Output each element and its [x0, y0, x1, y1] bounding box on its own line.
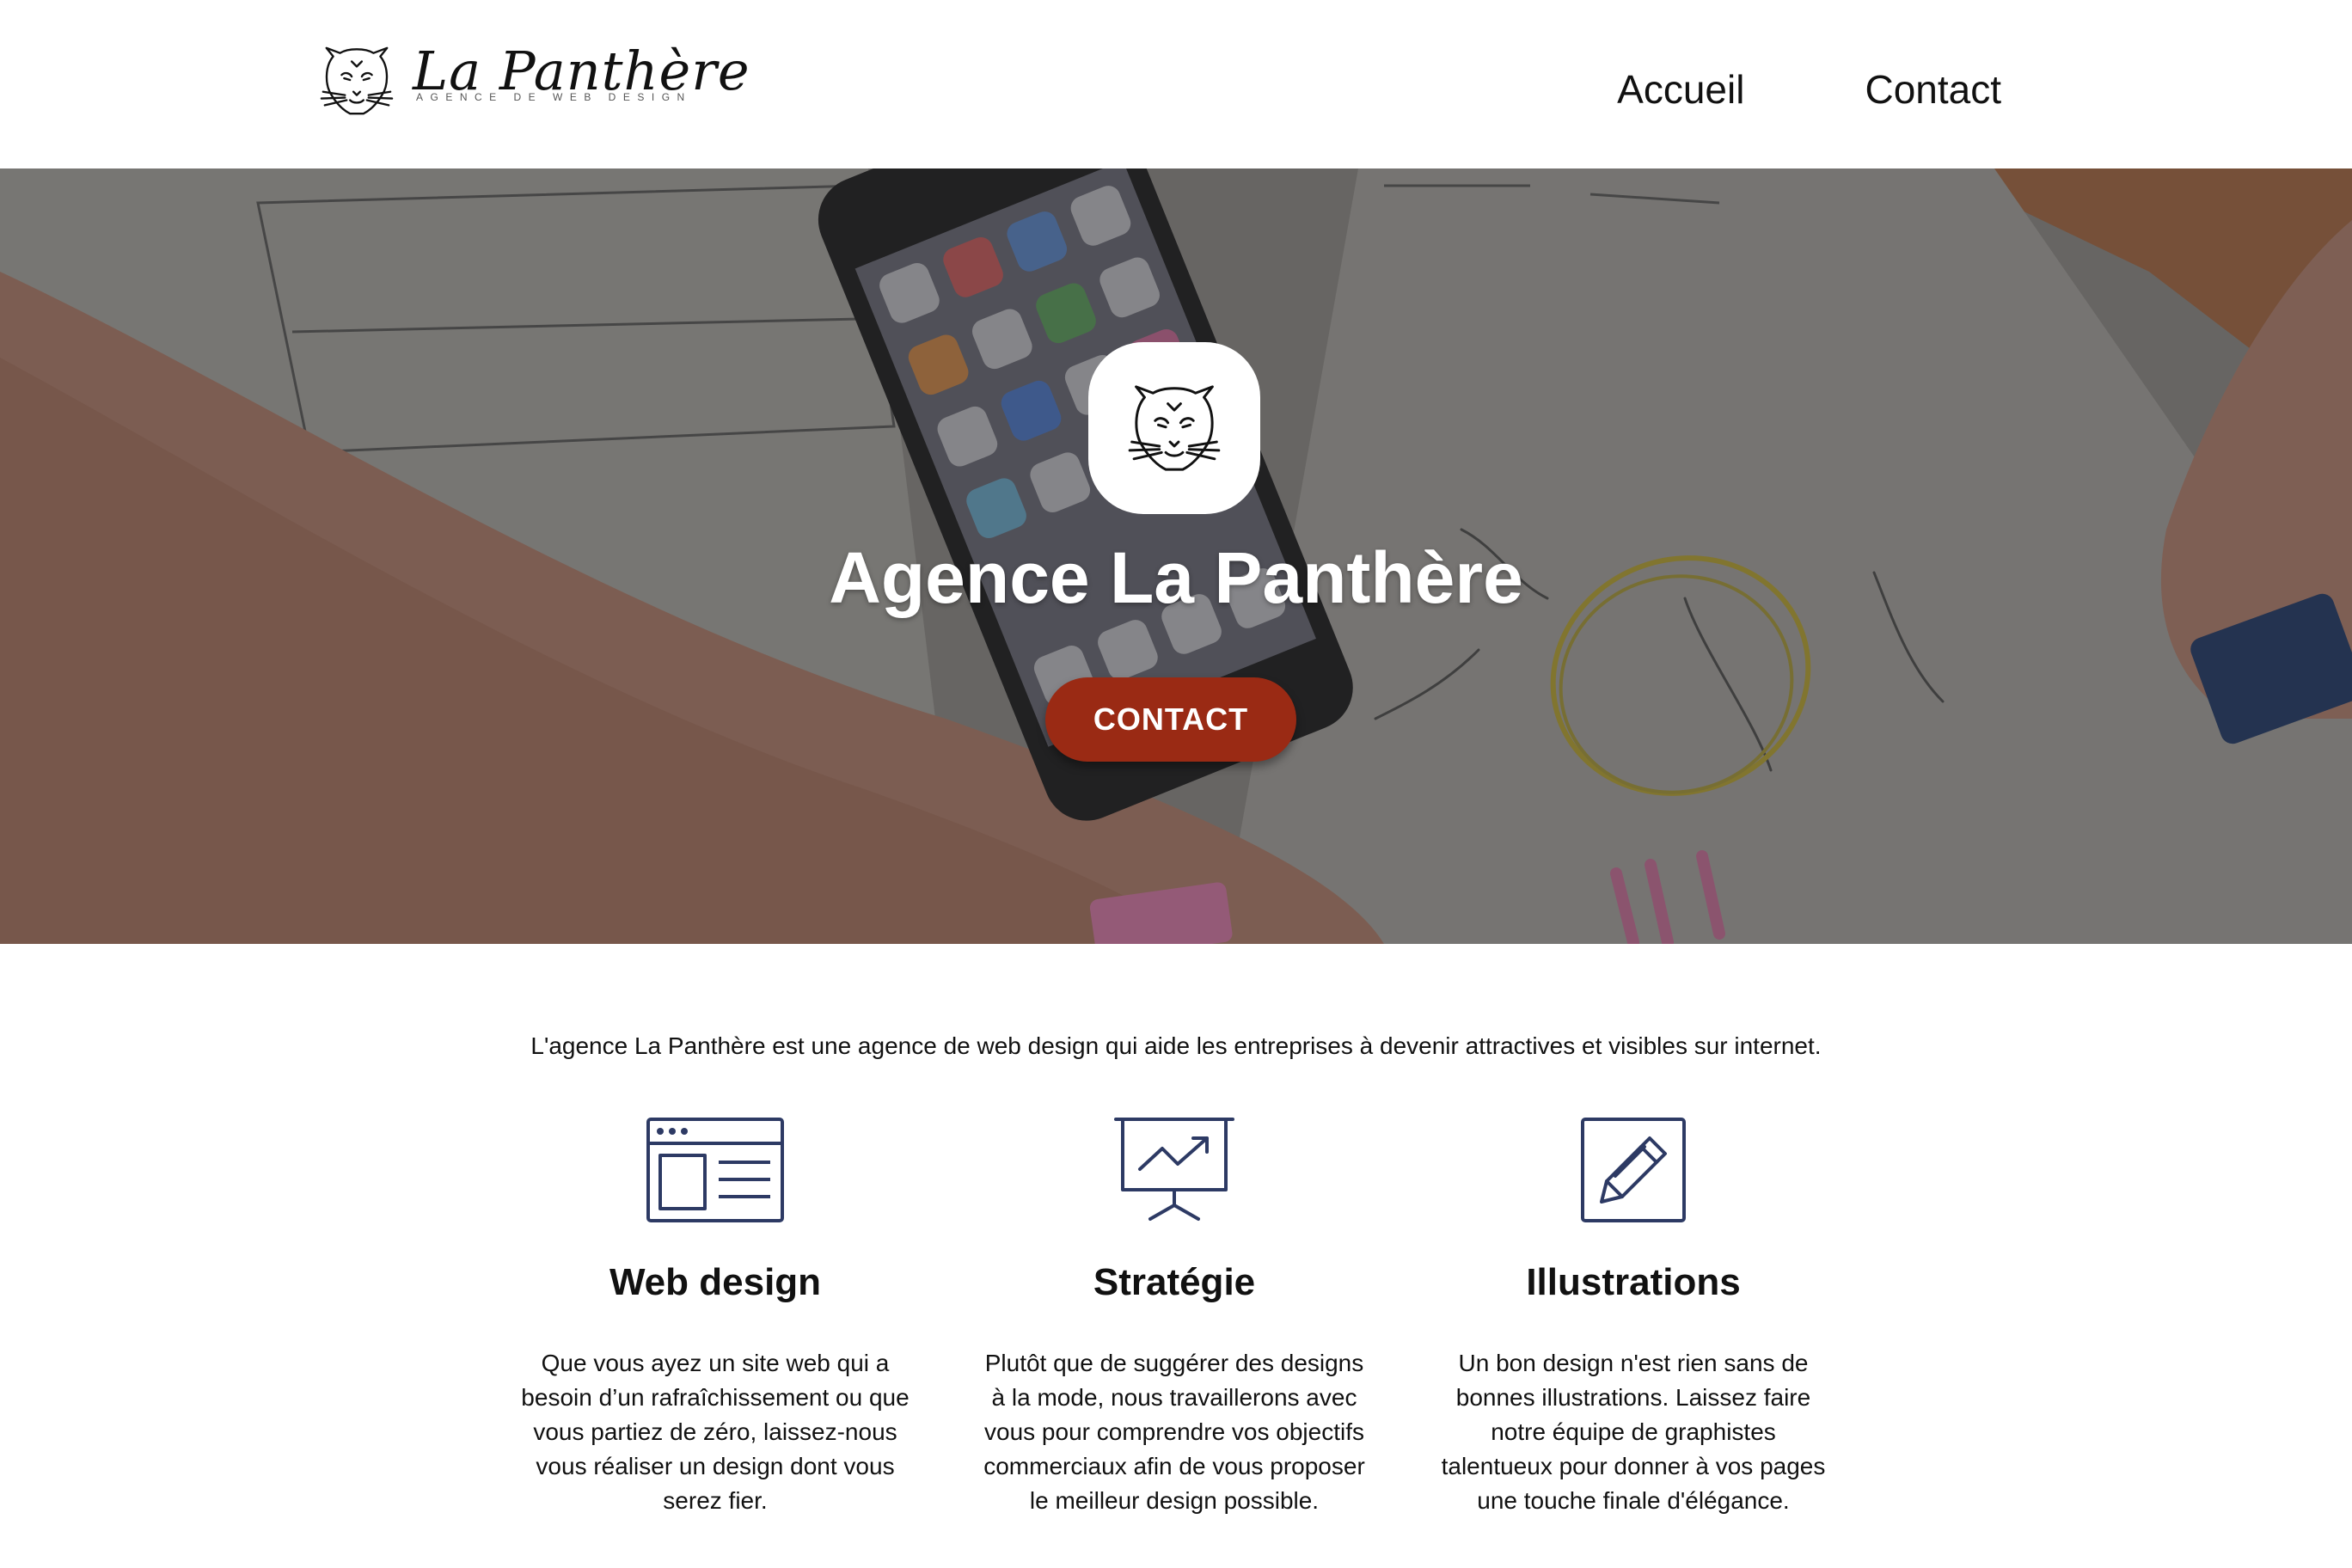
- nav-link-accueil[interactable]: Accueil: [1617, 60, 1744, 119]
- site-logo[interactable]: La Panthère AGENCE DE WEB DESIGN: [315, 41, 750, 120]
- service-description: Que vous ayez un site web qui a besoin d…: [521, 1350, 910, 1514]
- hero-title: Agence La Panthère: [829, 537, 1523, 618]
- hero-banner: Agence La Panthère CONTACT: [0, 168, 2352, 944]
- panther-head-icon: [1128, 385, 1221, 471]
- service-title: Illustrations: [1526, 1261, 1741, 1303]
- logo-wordmark: La Panthère AGENCE DE WEB DESIGN: [413, 41, 750, 104]
- service-illustrations: Illustrations Un bon design n'est rien s…: [1427, 1116, 1840, 1518]
- intro-text: L'agence La Panthère est une agence de w…: [530, 1032, 1822, 1059]
- hero-logo-badge: [1088, 342, 1260, 514]
- service-strategie: Stratégie Plutôt que de suggérer des des…: [968, 1116, 1381, 1518]
- panther-logo-icon: [320, 46, 394, 115]
- hero-contact-button[interactable]: CONTACT: [1045, 677, 1296, 762]
- service-title: Web design: [609, 1261, 822, 1303]
- main-nav: Accueil Contact: [1617, 60, 2001, 119]
- pencil-edit-icon: [1581, 1118, 1686, 1222]
- logo-tagline: AGENCE DE WEB DESIGN: [416, 91, 692, 103]
- presentation-chart-icon: [1114, 1118, 1234, 1221]
- service-description: Un bon design n'est rien sans de bonnes …: [1441, 1350, 1826, 1514]
- site-header: La Panthère AGENCE DE WEB DESIGN Accueil…: [0, 0, 2352, 168]
- nav-link-contact[interactable]: Contact: [1865, 60, 2001, 119]
- service-web-design: Web design Que vous ayez un site web qui…: [509, 1116, 922, 1518]
- browser-window-icon: [646, 1118, 784, 1222]
- service-description: Plutôt que de suggérer des designs à la …: [983, 1350, 1365, 1514]
- service-title: Stratégie: [1093, 1261, 1256, 1303]
